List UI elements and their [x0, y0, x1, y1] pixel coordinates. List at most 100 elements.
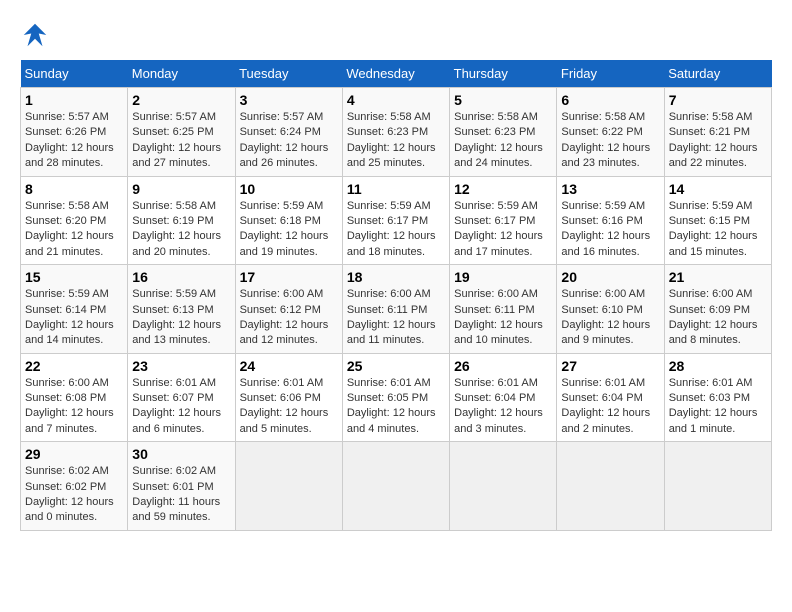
day-number: 1	[25, 92, 123, 108]
calendar-week-1: 1 Sunrise: 5:57 AMSunset: 6:26 PMDayligh…	[21, 88, 772, 177]
table-row: 13 Sunrise: 5:59 AMSunset: 6:16 PMDaylig…	[557, 176, 664, 265]
table-row: 7 Sunrise: 5:58 AMSunset: 6:21 PMDayligh…	[664, 88, 771, 177]
day-info: Sunrise: 6:00 AMSunset: 6:11 PMDaylight:…	[454, 287, 552, 349]
day-info: Sunrise: 6:02 AMSunset: 6:01 PMDaylight:…	[132, 464, 230, 526]
day-info: Sunrise: 6:00 AMSunset: 6:10 PMDaylight:…	[561, 287, 659, 349]
table-row: 8 Sunrise: 5:58 AMSunset: 6:20 PMDayligh…	[21, 176, 128, 265]
day-number: 9	[132, 181, 230, 197]
day-info: Sunrise: 5:58 AMSunset: 6:22 PMDaylight:…	[561, 110, 659, 172]
day-number: 22	[25, 358, 123, 374]
table-row: 16 Sunrise: 5:59 AMSunset: 6:13 PMDaylig…	[128, 265, 235, 354]
day-info: Sunrise: 6:01 AMSunset: 6:04 PMDaylight:…	[454, 376, 552, 438]
day-number: 16	[132, 269, 230, 285]
day-number: 11	[347, 181, 445, 197]
table-row: 23 Sunrise: 6:01 AMSunset: 6:07 PMDaylig…	[128, 353, 235, 442]
day-number: 21	[669, 269, 767, 285]
table-row: 18 Sunrise: 6:00 AMSunset: 6:11 PMDaylig…	[342, 265, 449, 354]
day-header-tuesday: Tuesday	[235, 60, 342, 88]
calendar-table: SundayMondayTuesdayWednesdayThursdayFrid…	[20, 60, 772, 531]
day-info: Sunrise: 6:00 AMSunset: 6:09 PMDaylight:…	[669, 287, 767, 349]
day-info: Sunrise: 6:01 AMSunset: 6:06 PMDaylight:…	[240, 376, 338, 438]
calendar-week-2: 8 Sunrise: 5:58 AMSunset: 6:20 PMDayligh…	[21, 176, 772, 265]
day-info: Sunrise: 5:59 AMSunset: 6:15 PMDaylight:…	[669, 199, 767, 261]
table-row	[235, 442, 342, 531]
table-row: 27 Sunrise: 6:01 AMSunset: 6:04 PMDaylig…	[557, 353, 664, 442]
day-number: 5	[454, 92, 552, 108]
logo-icon	[20, 20, 50, 50]
day-number: 24	[240, 358, 338, 374]
day-number: 6	[561, 92, 659, 108]
day-info: Sunrise: 6:01 AMSunset: 6:05 PMDaylight:…	[347, 376, 445, 438]
day-number: 23	[132, 358, 230, 374]
table-row: 28 Sunrise: 6:01 AMSunset: 6:03 PMDaylig…	[664, 353, 771, 442]
day-info: Sunrise: 6:01 AMSunset: 6:07 PMDaylight:…	[132, 376, 230, 438]
day-info: Sunrise: 6:00 AMSunset: 6:12 PMDaylight:…	[240, 287, 338, 349]
day-info: Sunrise: 6:00 AMSunset: 6:08 PMDaylight:…	[25, 376, 123, 438]
table-row: 30 Sunrise: 6:02 AMSunset: 6:01 PMDaylig…	[128, 442, 235, 531]
day-header-sunday: Sunday	[21, 60, 128, 88]
calendar-week-5: 29 Sunrise: 6:02 AMSunset: 6:02 PMDaylig…	[21, 442, 772, 531]
logo	[20, 20, 54, 50]
day-info: Sunrise: 5:57 AMSunset: 6:26 PMDaylight:…	[25, 110, 123, 172]
day-info: Sunrise: 5:59 AMSunset: 6:18 PMDaylight:…	[240, 199, 338, 261]
table-row	[664, 442, 771, 531]
table-row: 15 Sunrise: 5:59 AMSunset: 6:14 PMDaylig…	[21, 265, 128, 354]
day-number: 4	[347, 92, 445, 108]
day-info: Sunrise: 5:58 AMSunset: 6:23 PMDaylight:…	[347, 110, 445, 172]
day-info: Sunrise: 5:58 AMSunset: 6:21 PMDaylight:…	[669, 110, 767, 172]
calendar-week-4: 22 Sunrise: 6:00 AMSunset: 6:08 PMDaylig…	[21, 353, 772, 442]
table-row	[450, 442, 557, 531]
day-info: Sunrise: 5:57 AMSunset: 6:24 PMDaylight:…	[240, 110, 338, 172]
day-number: 25	[347, 358, 445, 374]
day-info: Sunrise: 5:58 AMSunset: 6:20 PMDaylight:…	[25, 199, 123, 261]
table-row: 9 Sunrise: 5:58 AMSunset: 6:19 PMDayligh…	[128, 176, 235, 265]
table-row: 1 Sunrise: 5:57 AMSunset: 6:26 PMDayligh…	[21, 88, 128, 177]
day-info: Sunrise: 5:59 AMSunset: 6:16 PMDaylight:…	[561, 199, 659, 261]
day-header-monday: Monday	[128, 60, 235, 88]
table-row: 20 Sunrise: 6:00 AMSunset: 6:10 PMDaylig…	[557, 265, 664, 354]
day-info: Sunrise: 5:59 AMSunset: 6:17 PMDaylight:…	[454, 199, 552, 261]
table-row: 11 Sunrise: 5:59 AMSunset: 6:17 PMDaylig…	[342, 176, 449, 265]
day-number: 27	[561, 358, 659, 374]
page-header	[20, 20, 772, 50]
day-number: 7	[669, 92, 767, 108]
table-row: 3 Sunrise: 5:57 AMSunset: 6:24 PMDayligh…	[235, 88, 342, 177]
table-row	[557, 442, 664, 531]
day-number: 28	[669, 358, 767, 374]
day-number: 29	[25, 446, 123, 462]
calendar-header-row: SundayMondayTuesdayWednesdayThursdayFrid…	[21, 60, 772, 88]
day-header-saturday: Saturday	[664, 60, 771, 88]
table-row: 5 Sunrise: 5:58 AMSunset: 6:23 PMDayligh…	[450, 88, 557, 177]
day-header-wednesday: Wednesday	[342, 60, 449, 88]
day-number: 30	[132, 446, 230, 462]
day-number: 17	[240, 269, 338, 285]
day-header-friday: Friday	[557, 60, 664, 88]
day-info: Sunrise: 5:59 AMSunset: 6:13 PMDaylight:…	[132, 287, 230, 349]
day-info: Sunrise: 5:59 AMSunset: 6:17 PMDaylight:…	[347, 199, 445, 261]
day-number: 8	[25, 181, 123, 197]
table-row: 14 Sunrise: 5:59 AMSunset: 6:15 PMDaylig…	[664, 176, 771, 265]
table-row: 2 Sunrise: 5:57 AMSunset: 6:25 PMDayligh…	[128, 88, 235, 177]
table-row: 25 Sunrise: 6:01 AMSunset: 6:05 PMDaylig…	[342, 353, 449, 442]
day-number: 2	[132, 92, 230, 108]
table-row: 24 Sunrise: 6:01 AMSunset: 6:06 PMDaylig…	[235, 353, 342, 442]
day-info: Sunrise: 5:59 AMSunset: 6:14 PMDaylight:…	[25, 287, 123, 349]
table-row: 10 Sunrise: 5:59 AMSunset: 6:18 PMDaylig…	[235, 176, 342, 265]
table-row: 4 Sunrise: 5:58 AMSunset: 6:23 PMDayligh…	[342, 88, 449, 177]
day-info: Sunrise: 6:01 AMSunset: 6:03 PMDaylight:…	[669, 376, 767, 438]
day-number: 19	[454, 269, 552, 285]
day-number: 20	[561, 269, 659, 285]
day-info: Sunrise: 6:01 AMSunset: 6:04 PMDaylight:…	[561, 376, 659, 438]
day-number: 10	[240, 181, 338, 197]
table-row	[342, 442, 449, 531]
table-row: 29 Sunrise: 6:02 AMSunset: 6:02 PMDaylig…	[21, 442, 128, 531]
day-number: 3	[240, 92, 338, 108]
table-row: 26 Sunrise: 6:01 AMSunset: 6:04 PMDaylig…	[450, 353, 557, 442]
table-row: 6 Sunrise: 5:58 AMSunset: 6:22 PMDayligh…	[557, 88, 664, 177]
day-header-thursday: Thursday	[450, 60, 557, 88]
day-info: Sunrise: 5:58 AMSunset: 6:19 PMDaylight:…	[132, 199, 230, 261]
day-info: Sunrise: 6:02 AMSunset: 6:02 PMDaylight:…	[25, 464, 123, 526]
day-number: 18	[347, 269, 445, 285]
day-info: Sunrise: 5:57 AMSunset: 6:25 PMDaylight:…	[132, 110, 230, 172]
table-row: 22 Sunrise: 6:00 AMSunset: 6:08 PMDaylig…	[21, 353, 128, 442]
